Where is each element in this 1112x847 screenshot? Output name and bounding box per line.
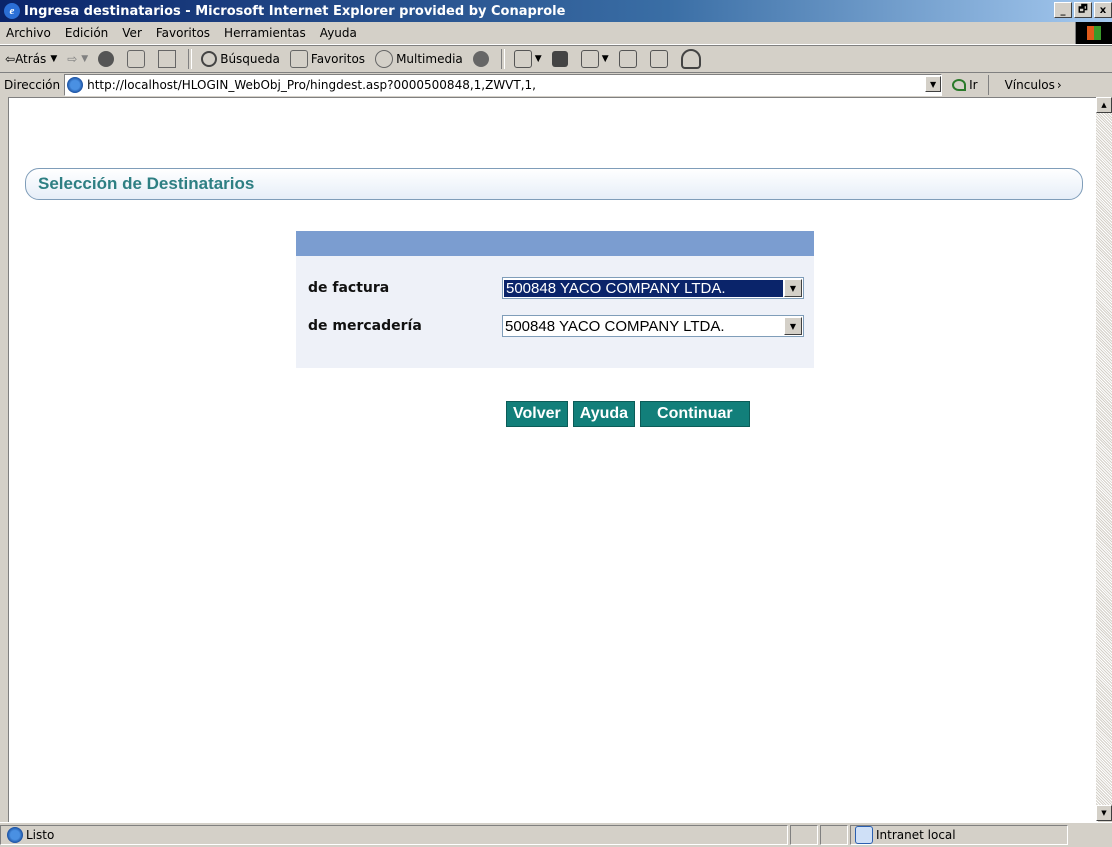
back-button[interactable]: ⇦ Atrás ▼ [0, 52, 62, 66]
home-button[interactable] [153, 50, 184, 68]
browser-viewport: Selección de Destinatarios de factura 50… [8, 97, 1098, 823]
forward-dropdown-icon[interactable]: ▼ [81, 54, 88, 64]
goods-recipient-select[interactable]: 500848 YACO COMPANY LTDA. ▼ [502, 315, 804, 337]
go-button[interactable]: Ir [942, 78, 987, 92]
section-header: Selección de Destinatarios [25, 168, 1083, 200]
print-icon [551, 51, 568, 67]
menu-archivo[interactable]: Archivo [0, 26, 58, 40]
back-label: Atrás [15, 52, 47, 66]
messenger-button[interactable] [676, 49, 709, 69]
go-label: Ir [969, 78, 978, 92]
invoice-recipient-label: de factura [308, 280, 390, 296]
address-url[interactable]: http://localhost/HLOGIN_WebObj_Pro/hingd… [87, 78, 536, 92]
chevron-down-icon[interactable]: ▼ [784, 317, 802, 335]
security-zone-label: Intranet local [876, 828, 956, 842]
research-button[interactable] [645, 50, 676, 68]
home-icon [158, 50, 177, 68]
status-slot [820, 825, 848, 845]
menu-herramientas[interactable]: Herramientas [217, 26, 313, 40]
media-button[interactable]: Multimedia [370, 50, 468, 68]
close-button[interactable]: x [1094, 2, 1112, 18]
status-bar: Listo Intranet local [0, 822, 1112, 847]
back-action-button[interactable]: Volver [506, 401, 568, 427]
mail-button[interactable]: ▼ [509, 50, 547, 68]
ie-icon: e [4, 3, 20, 19]
stop-icon [98, 51, 115, 67]
standard-toolbar: ⇦ Atrás ▼ ⇨ ▼ Búsqueda Favoritos Multime… [0, 45, 1112, 73]
refresh-button[interactable] [122, 50, 153, 68]
form-header-bar [296, 231, 814, 256]
history-icon [472, 51, 489, 67]
go-arrow-icon [952, 79, 967, 91]
edit-dropdown-icon[interactable]: ▼ [602, 54, 609, 64]
forward-arrow-icon: ⇨ [67, 52, 78, 66]
print-button[interactable] [547, 51, 576, 67]
search-button[interactable]: Búsqueda [196, 51, 285, 67]
status-slot [790, 825, 818, 845]
invoice-recipient-select[interactable]: 500848 YACO COMPANY LTDA. ▼ [502, 277, 804, 299]
menu-ver[interactable]: Ver [115, 26, 149, 40]
history-button[interactable] [468, 51, 497, 67]
address-dropdown-button[interactable]: ▼ [925, 76, 942, 92]
status-text-pane: Listo [0, 825, 788, 845]
toolbar-separator [188, 49, 193, 69]
search-label: Búsqueda [220, 52, 280, 66]
media-label: Multimedia [396, 52, 463, 66]
window-controls: _ 🗗 x [1052, 2, 1112, 18]
links-button[interactable]: Vínculos › [987, 75, 1062, 95]
discuss-button[interactable] [614, 50, 645, 68]
status-text: Listo [26, 828, 55, 842]
intranet-icon [855, 826, 873, 844]
forward-button[interactable]: ⇨ ▼ [62, 52, 93, 66]
search-icon [201, 51, 218, 67]
address-label: Dirección [4, 78, 61, 92]
scroll-down-button[interactable]: ▼ [1096, 805, 1112, 821]
links-label: Vínculos [1004, 78, 1055, 92]
menu-favoritos[interactable]: Favoritos [149, 26, 217, 40]
media-icon [375, 50, 394, 68]
help-button[interactable]: Ayuda [572, 401, 636, 427]
address-field[interactable]: http://localhost/HLOGIN_WebObj_Pro/hingd… [64, 74, 943, 96]
edit-button[interactable]: ▼ [576, 50, 614, 68]
continue-button[interactable]: Continuar [640, 401, 750, 427]
action-buttons: Volver Ayuda Continuar [506, 401, 755, 427]
messenger-icon [680, 49, 701, 69]
window-title-bar[interactable]: e Ingresa destinatarios - Microsoft Inte… [0, 0, 1112, 22]
refresh-icon [127, 50, 146, 68]
page-icon [67, 77, 84, 93]
research-icon [649, 50, 668, 68]
window-title: Ingresa destinatarios - Microsoft Intern… [24, 3, 566, 19]
invoice-recipient-row: de factura 500848 YACO COMPANY LTDA. ▼ [308, 277, 804, 299]
windows-logo-icon [1075, 22, 1112, 44]
menu-ayuda[interactable]: Ayuda [313, 26, 364, 40]
mail-icon [513, 50, 532, 68]
back-dropdown-icon[interactable]: ▼ [50, 54, 57, 64]
back-arrow-icon: ⇦ [5, 52, 16, 66]
favorites-icon [289, 50, 308, 68]
goods-recipient-label: de mercadería [308, 318, 422, 334]
goods-recipient-value: 500848 YACO COMPANY LTDA. [505, 317, 725, 335]
favorites-button[interactable]: Favoritos [285, 50, 370, 68]
security-zone-pane: Intranet local [850, 825, 1068, 845]
page-done-icon [7, 827, 23, 843]
scroll-up-button[interactable]: ▲ [1096, 97, 1112, 113]
vertical-scrollbar[interactable]: ▲ ▼ [1096, 97, 1112, 821]
maximize-button[interactable]: 🗗 [1074, 2, 1092, 18]
word-edit-icon [580, 50, 599, 68]
chevron-down-icon[interactable]: ▼ [784, 279, 802, 297]
mail-dropdown-icon[interactable]: ▼ [535, 54, 542, 64]
favorites-label: Favoritos [310, 52, 366, 66]
recipients-form: de factura 500848 YACO COMPANY LTDA. ▼ d… [296, 231, 814, 368]
address-bar: Dirección http://localhost/HLOGIN_WebObj… [0, 72, 1112, 97]
discuss-icon [618, 50, 637, 68]
toolbar-separator [500, 49, 505, 69]
section-title: Selección de Destinatarios [38, 174, 255, 193]
stop-button[interactable] [93, 51, 122, 67]
chevron-right-icon: › [1056, 78, 1062, 92]
menu-bar: Archivo Edición Ver Favoritos Herramient… [0, 22, 1112, 45]
menu-edicion[interactable]: Edición [58, 26, 115, 40]
minimize-button[interactable]: _ [1054, 2, 1072, 18]
invoice-recipient-value: 500848 YACO COMPANY LTDA. [504, 279, 783, 297]
goods-recipient-row: de mercadería 500848 YACO COMPANY LTDA. … [308, 315, 804, 337]
